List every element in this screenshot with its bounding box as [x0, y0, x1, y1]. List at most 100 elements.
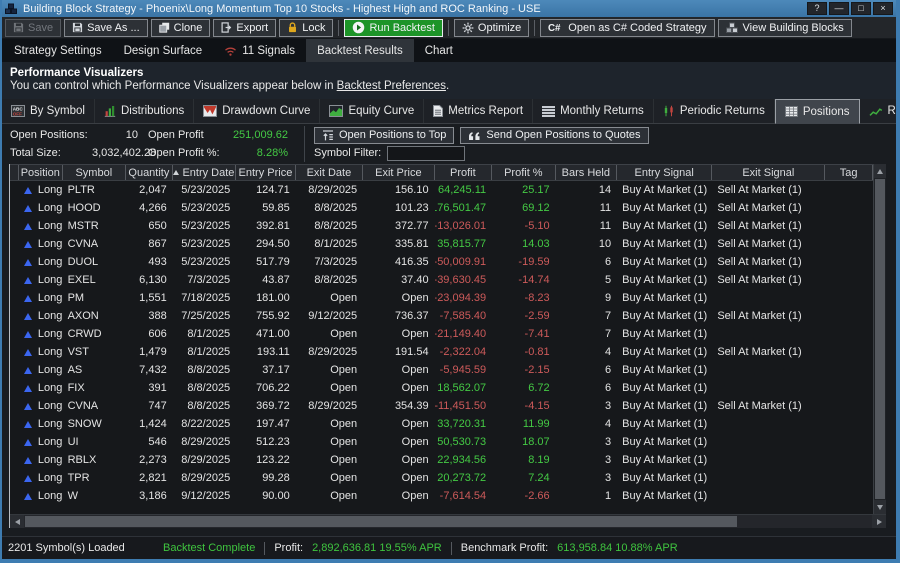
cell-entry_date: 8/29/2025 [173, 451, 236, 469]
main-tab-strip: Strategy SettingsDesign Surface11 Signal… [2, 39, 896, 62]
export-button[interactable]: Export [213, 19, 276, 37]
table-row[interactable]: LongCVNA8675/23/2025294.508/1/2025335.81… [10, 235, 873, 253]
column-header-entry_price[interactable]: Entry Price [236, 165, 296, 180]
column-header-profit[interactable]: Profit [435, 165, 493, 180]
horizontal-scroll-track[interactable] [24, 515, 872, 528]
table-row[interactable]: LongCRWD6068/1/2025471.00OpenOpen-21,149… [10, 325, 873, 343]
vertical-scrollbar[interactable] [873, 164, 886, 514]
table-row[interactable]: LongPM1,5517/18/2025181.00OpenOpen-23,09… [10, 289, 873, 307]
table-row[interactable]: LongTPR2,8218/29/202599.28OpenOpen20,273… [10, 469, 873, 487]
cell-position: Long [19, 307, 63, 325]
horizontal-scroll-thumb[interactable] [25, 516, 737, 527]
tab-design-surface[interactable]: Design Surface [113, 39, 214, 62]
column-header-exit_date[interactable]: Exit Date [296, 165, 363, 180]
table-row[interactable]: LongRBLX2,2738/29/2025123.22OpenOpen22,9… [10, 451, 873, 469]
open-csharp-button[interactable]: C#Open as C# Coded Strategy [540, 19, 714, 37]
cell-position-label: Long [38, 238, 62, 250]
clone-button[interactable]: Clone [151, 19, 211, 37]
profit-value: 2,892,636.81 19.55% APR [312, 542, 442, 554]
scroll-right-button[interactable] [872, 515, 886, 528]
column-header-position[interactable]: Position [19, 165, 63, 180]
lock-button[interactable]: Lock [279, 19, 333, 37]
cell-profit: 64,245.11 [435, 181, 493, 199]
column-header-entry_signal[interactable]: Entry Signal [617, 165, 712, 180]
viz-tab-positions[interactable]: Positions [775, 99, 860, 124]
cell-entry_date: 8/8/2025 [173, 361, 236, 379]
cell-symbol: RBLX [63, 451, 126, 469]
table-row[interactable]: LongUI5468/29/2025512.23OpenOpen50,530.7… [10, 433, 873, 451]
vertical-scroll-thumb[interactable] [875, 179, 885, 499]
tab-backtest-results[interactable]: Backtest Results [306, 39, 414, 62]
column-header-profit_pct-label: Profit % [504, 167, 543, 179]
table-row[interactable]: LongDUOL4935/23/2025517.797/3/2025416.35… [10, 253, 873, 271]
maximize-button[interactable]: □ [851, 2, 871, 15]
subtitle-period: . [446, 80, 449, 92]
cell-profit: 22,934.56 [435, 451, 493, 469]
minimize-button[interactable]: — [829, 2, 849, 15]
column-header-exit_signal[interactable]: Exit Signal [712, 165, 825, 180]
cell-entry_signal: Buy At Market (1) [617, 271, 712, 289]
cell-exit_date: Open [296, 361, 363, 379]
svg-text:OFF: OFF [13, 112, 22, 117]
cell-quantity: 493 [126, 253, 173, 271]
run-backtest-button[interactable]: Run Backtest [344, 19, 442, 37]
viz-tab-monthly-returns[interactable]: Monthly Returns [533, 99, 654, 123]
backtest-preferences-link[interactable]: Backtest Preferences [337, 80, 446, 92]
table-row[interactable]: LongFIX3918/8/2025706.22OpenOpen18,562.0… [10, 379, 873, 397]
drawdown-icon [203, 105, 217, 117]
viz-tab-metrics-report[interactable]: Metrics Report [424, 99, 533, 123]
table-row[interactable]: LongCVNA7478/8/2025369.728/29/2025354.39… [10, 397, 873, 415]
column-header-profit_pct[interactable]: Profit % [492, 165, 555, 180]
cell-position-label: Long [38, 184, 62, 196]
cell-bars_held: 3 [556, 397, 618, 415]
column-header-exit_price[interactable]: Exit Price [363, 165, 434, 180]
send-open-positions-button[interactable]: Send Open Positions to Quotes [460, 127, 648, 144]
table-row[interactable]: LongAS7,4328/8/202537.17OpenOpen-5,945.5… [10, 361, 873, 379]
column-header-quantity[interactable]: Quantity [126, 165, 173, 180]
tab-chart[interactable]: Chart [414, 39, 464, 62]
cell-symbol: AS [63, 361, 126, 379]
table-row[interactable]: LongHOOD4,2665/23/202559.858/8/2025101.2… [10, 199, 873, 217]
tab-signals[interactable]: 11 Signals [213, 39, 306, 62]
cell-exit_signal: Sell At Market (1) [712, 343, 825, 361]
viz-tab-distributions[interactable]: Distributions [95, 99, 194, 123]
column-header-bars_held[interactable]: Bars Held [556, 165, 618, 180]
cell-profit: 35,815.77 [435, 235, 493, 253]
viz-tab-rolling-profit[interactable]: Rolling Profit [860, 99, 900, 123]
table-row[interactable]: LongVST1,4798/1/2025193.118/29/2025191.5… [10, 343, 873, 361]
cell-profit: 18,562.07 [435, 379, 493, 397]
table-row[interactable]: LongW3,1869/12/202590.00OpenOpen-7,614.5… [10, 487, 873, 505]
cell-exit_date: Open [296, 487, 363, 505]
help-button[interactable]: ? [807, 2, 827, 15]
table-row[interactable]: LongSNOW1,4248/22/2025197.47OpenOpen33,7… [10, 415, 873, 433]
open-positions-to-top-button[interactable]: Open Positions to Top [314, 127, 454, 144]
cell-entry_signal: Buy At Market (1) [617, 487, 712, 505]
scroll-left-button[interactable] [10, 515, 24, 528]
cell-quantity: 606 [126, 325, 173, 343]
viz-tab-drawdown-curve[interactable]: Drawdown Curve [194, 99, 320, 123]
save-button[interactable]: Save [5, 19, 61, 37]
horizontal-scrollbar[interactable] [10, 514, 886, 528]
save-as-button[interactable]: Save As ... [64, 19, 148, 37]
optimize-button[interactable]: Optimize [454, 19, 529, 37]
table-row[interactable]: LongAXON3887/25/2025755.929/12/2025736.3… [10, 307, 873, 325]
cell-position-label: Long [38, 256, 62, 268]
tab-strategy-settings[interactable]: Strategy Settings [3, 39, 113, 62]
column-header-tag[interactable]: Tag [825, 165, 873, 180]
scroll-up-button[interactable] [874, 164, 886, 178]
table-row[interactable]: LongEXEL6,1307/3/202543.878/8/202537.40-… [10, 271, 873, 289]
viz-tab-equity-curve[interactable]: Equity Curve [320, 99, 424, 123]
viz-tab-by-symbol[interactable]: ABCOFFBy Symbol [2, 99, 95, 123]
scroll-down-button[interactable] [874, 500, 886, 514]
table-row[interactable]: LongPLTR2,0475/23/2025124.718/29/2025156… [10, 181, 873, 199]
table-row[interactable]: LongMSTR6505/23/2025392.818/8/2025372.77… [10, 217, 873, 235]
cell-exit_price: Open [363, 379, 434, 397]
close-button[interactable]: × [873, 2, 893, 15]
cell-exit_date: Open [296, 469, 363, 487]
view-building-blocks-button[interactable]: View Building Blocks [718, 19, 852, 37]
cell-symbol: W [63, 487, 126, 505]
viz-tab-periodic-returns[interactable]: Periodic Returns [654, 99, 775, 123]
column-header-entry_date[interactable]: Entry Date [173, 165, 236, 180]
symbol-filter-input[interactable] [387, 146, 465, 161]
column-header-symbol[interactable]: Symbol [63, 165, 126, 180]
